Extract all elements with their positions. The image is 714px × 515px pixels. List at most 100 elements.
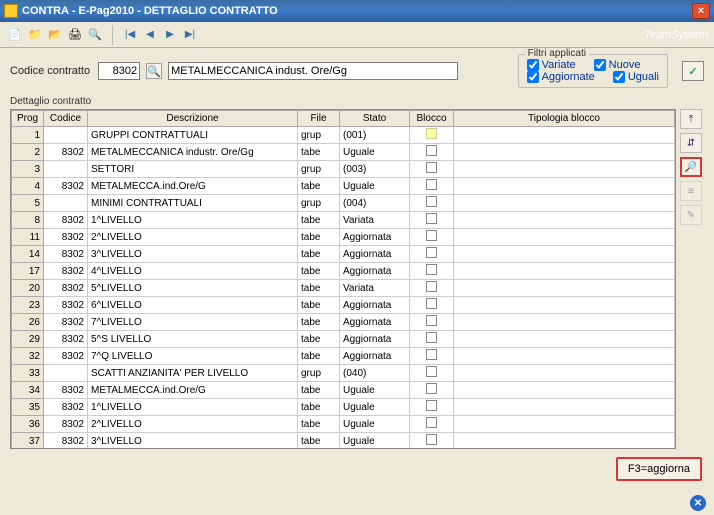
cell-blocco[interactable] <box>410 229 454 246</box>
col-prog[interactable]: Prog <box>12 111 44 127</box>
toolbar-button-1[interactable]: 📄 <box>6 26 24 44</box>
cell-blocco[interactable] <box>410 365 454 382</box>
cell-blocco[interactable] <box>410 195 454 212</box>
blocco-checkbox[interactable] <box>426 366 437 377</box>
col-codice[interactable]: Codice <box>44 111 88 127</box>
cell-blocco[interactable] <box>410 297 454 314</box>
code-input[interactable] <box>98 62 140 80</box>
blocco-checkbox[interactable] <box>426 281 437 292</box>
cell-blocco[interactable] <box>410 399 454 416</box>
blocco-checkbox[interactable] <box>426 213 437 224</box>
blocco-checkbox[interactable] <box>426 349 437 360</box>
blocco-checkbox[interactable] <box>426 264 437 275</box>
col-descr[interactable]: Descrizione <box>88 111 298 127</box>
blocco-checkbox[interactable] <box>426 400 437 411</box>
blocco-checkbox[interactable] <box>426 179 437 190</box>
blocco-checkbox[interactable] <box>426 230 437 241</box>
nav-last-button[interactable]: ▶| <box>181 26 199 44</box>
col-blocco[interactable]: Blocco <box>410 111 454 127</box>
toolbar-button-2[interactable]: 📁 <box>26 26 44 44</box>
table-row[interactable]: 28302METALMECCANICA industr. Ore/GgtabeU… <box>12 144 675 161</box>
side-btn-sort[interactable]: ⇵ <box>680 133 702 153</box>
cell-file: grup <box>298 365 340 382</box>
nav-next-button[interactable]: ▶ <box>161 26 179 44</box>
table-row[interactable]: 2983025^S LIVELLOtabeAggiornata <box>12 331 675 348</box>
filter-nuove[interactable]: Nuove <box>594 59 641 71</box>
blocco-checkbox[interactable] <box>426 315 437 326</box>
cell-blocco[interactable] <box>410 382 454 399</box>
col-file[interactable]: File <box>298 111 340 127</box>
nav-first-button[interactable]: |◀ <box>121 26 139 44</box>
filter-uguali[interactable]: Uguali <box>613 71 659 83</box>
cell-blocco[interactable] <box>410 280 454 297</box>
blocco-checkbox[interactable] <box>426 383 437 394</box>
blocco-checkbox[interactable] <box>426 332 437 343</box>
nav-prev-button[interactable]: ◀ <box>141 26 159 44</box>
cell-blocco[interactable] <box>410 263 454 280</box>
toolbar-button-3[interactable]: 📂 <box>46 26 64 44</box>
table-row[interactable]: 3683022^LIVELLOtabeUguale <box>12 416 675 433</box>
side-btn-top[interactable]: ⤒ <box>680 109 702 129</box>
table-row[interactable]: 2683027^LIVELLOtabeAggiornata <box>12 314 675 331</box>
cell-blocco[interactable] <box>410 314 454 331</box>
filter-variate[interactable]: Variate <box>527 59 576 71</box>
table-row[interactable]: 883021^LIVELLOtabeVariata <box>12 212 675 229</box>
cell-blocco[interactable] <box>410 127 454 144</box>
blocco-checkbox[interactable] <box>426 196 437 207</box>
close-round-icon[interactable]: ✕ <box>690 495 706 511</box>
confirm-filters-button[interactable]: ✓ <box>682 61 704 81</box>
table-row[interactable]: 3583021^LIVELLOtabeUguale <box>12 399 675 416</box>
blocco-checkbox[interactable] <box>426 434 437 445</box>
blocco-checkbox[interactable] <box>426 417 437 428</box>
blocco-checkbox[interactable] <box>426 128 437 139</box>
cell-blocco[interactable] <box>410 246 454 263</box>
filter-nuove-checkbox[interactable] <box>594 59 606 71</box>
cell-blocco[interactable] <box>410 348 454 365</box>
filter-aggiornate[interactable]: Aggiornate <box>527 71 595 83</box>
table-row[interactable]: 3SETTORIgrup(003) <box>12 161 675 178</box>
cell-prog: 14 <box>12 246 44 263</box>
col-tip[interactable]: Tipologia blocco <box>454 111 675 127</box>
table-row[interactable]: 1GRUPPI CONTRATTUALIgrup(001) <box>12 127 675 144</box>
table-row[interactable]: 48302METALMECCA.ind.Ore/GtabeUguale <box>12 178 675 195</box>
window-close-button[interactable]: × <box>692 3 710 19</box>
cell-blocco[interactable] <box>410 416 454 433</box>
table-row[interactable]: 2083025^LIVELLOtabeVariata <box>12 280 675 297</box>
table-row[interactable]: 2383026^LIVELLOtabeAggiornata <box>12 297 675 314</box>
cell-blocco[interactable] <box>410 331 454 348</box>
cell-blocco[interactable] <box>410 161 454 178</box>
table-row[interactable]: 348302METALMECCA.ind.Ore/GtabeUguale <box>12 382 675 399</box>
grid[interactable]: Prog Codice Descrizione File Stato Blocc… <box>10 109 676 449</box>
lookup-button[interactable]: 🔍 <box>146 63 162 79</box>
side-btn-detail[interactable]: 🔎 <box>680 157 702 177</box>
filter-uguali-checkbox[interactable] <box>613 71 625 83</box>
cell-blocco[interactable] <box>410 433 454 450</box>
table-row[interactable]: 1183022^LIVELLOtabeAggiornata <box>12 229 675 246</box>
cell-tip <box>454 178 675 195</box>
cell-blocco[interactable] <box>410 178 454 195</box>
cell-stato: Uguale <box>340 178 410 195</box>
blocco-checkbox[interactable] <box>426 247 437 258</box>
table-row[interactable]: 3783023^LIVELLOtabeUguale <box>12 433 675 450</box>
cell-file: tabe <box>298 229 340 246</box>
blocco-checkbox[interactable] <box>426 162 437 173</box>
cell-prog: 4 <box>12 178 44 195</box>
table-row[interactable]: 1483023^LIVELLOtabeAggiornata <box>12 246 675 263</box>
table-row[interactable]: 3283027^Q LIVELLOtabeAggiornata <box>12 348 675 365</box>
blocco-checkbox[interactable] <box>426 145 437 156</box>
toolbar-button-5[interactable]: 🔍 <box>86 26 104 44</box>
toolbar-button-4[interactable]: 🖨 <box>66 26 84 44</box>
side-btn-4: ≡ <box>680 181 702 201</box>
cell-blocco[interactable] <box>410 212 454 229</box>
table-row[interactable]: 5MINIMI CONTRATTUALIgrup(004) <box>12 195 675 212</box>
table-row[interactable]: 1783024^LIVELLOtabeAggiornata <box>12 263 675 280</box>
description-input[interactable] <box>168 62 458 80</box>
table-row[interactable]: 33SCATTI ANZIANITA' PER LIVELLOgrup(040) <box>12 365 675 382</box>
cell-blocco[interactable] <box>410 144 454 161</box>
blocco-checkbox[interactable] <box>426 298 437 309</box>
f3-aggiorna-button[interactable]: F3=aggiorna <box>616 457 702 481</box>
filter-aggiornate-checkbox[interactable] <box>527 71 539 83</box>
filter-variate-checkbox[interactable] <box>527 59 539 71</box>
col-stato[interactable]: Stato <box>340 111 410 127</box>
cell-file: grup <box>298 161 340 178</box>
